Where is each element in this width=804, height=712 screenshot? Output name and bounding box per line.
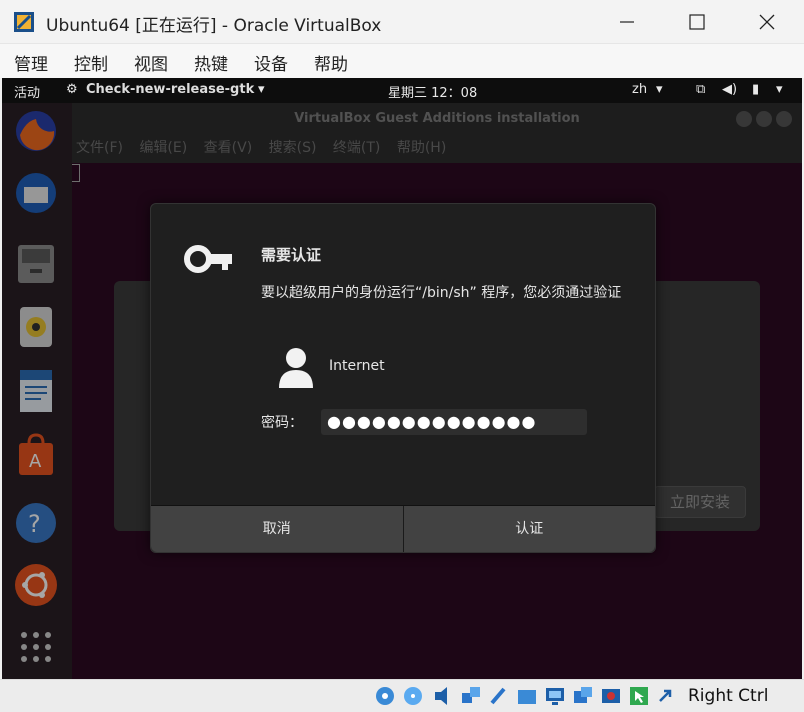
input-language[interactable]: zh	[632, 82, 647, 97]
dialog-message: 要以超级用户的身份运行“/bin/sh” 程序，您必须通过验证	[261, 285, 622, 301]
volume-icon[interactable]: ◀)	[722, 82, 737, 97]
clock[interactable]: 星期三 12：08	[388, 82, 477, 101]
mouse-integration-icon[interactable]	[628, 685, 650, 707]
battery-icon[interactable]: ▮	[752, 82, 759, 97]
menu-control[interactable]: 控制	[74, 50, 108, 75]
dialog-footer: 取消 认证	[151, 505, 655, 552]
window-title: Ubuntu64 [正在运行] - Oracle VirtualBox	[46, 16, 382, 36]
password-input[interactable]: ●●●●●●●●●●●●●●	[321, 409, 587, 435]
dialog-title: 需要认证	[261, 246, 322, 264]
password-label: 密码：	[261, 415, 303, 431]
authenticate-button[interactable]: 认证	[403, 506, 655, 552]
activities-button[interactable]: 活动	[14, 82, 40, 101]
menu-view[interactable]: 视图	[134, 50, 168, 75]
recording-icon[interactable]	[600, 685, 622, 707]
user-name: Internet	[329, 358, 385, 374]
shared-folders-icon[interactable]	[516, 685, 538, 707]
system-menu-chevron-icon[interactable]: ▾	[776, 82, 783, 97]
app-menu[interactable]: Check-new-release-gtk	[86, 82, 254, 97]
language-chevron-icon: ▾	[656, 82, 663, 97]
video-capture-icon[interactable]	[572, 685, 594, 707]
host-status-bar: Right Ctrl	[0, 679, 804, 712]
menu-help[interactable]: 帮助	[314, 50, 348, 75]
network-icon[interactable]: ⧉	[696, 82, 705, 97]
close-button[interactable]	[738, 0, 796, 44]
minimize-button[interactable]	[598, 0, 656, 44]
host-menu-bar: 管理 控制 视图 热键 设备 帮助	[0, 44, 804, 78]
host-key-label: Right Ctrl	[688, 686, 769, 706]
vm-display[interactable]: 活动 ⚙ Check-new-release-gtk ▾ 星期三 12：08 z…	[2, 78, 802, 679]
cancel-button[interactable]: 取消	[151, 506, 404, 552]
host-title-bar: Ubuntu64 [正在运行] - Oracle VirtualBox	[0, 0, 804, 44]
network-adapter-icon[interactable]	[460, 685, 482, 707]
menu-manage[interactable]: 管理	[14, 50, 48, 75]
maximize-button[interactable]	[668, 0, 726, 44]
usb-icon[interactable]	[488, 685, 510, 707]
hard-disk-icon[interactable]	[374, 685, 396, 707]
audio-icon[interactable]	[432, 685, 454, 707]
gnome-top-bar: 活动 ⚙ Check-new-release-gtk ▾ 星期三 12：08 z…	[2, 78, 802, 103]
app-menu-chevron-icon: ▾	[258, 82, 265, 97]
menu-devices[interactable]: 设备	[254, 50, 288, 75]
authentication-dialog: 需要认证 要以超级用户的身份运行“/bin/sh” 程序，您必须通过验证 Int…	[150, 203, 656, 553]
key-icon	[184, 244, 234, 278]
host-key-arrow-icon[interactable]	[656, 685, 678, 707]
menu-hotkeys[interactable]: 热键	[194, 50, 228, 75]
user-avatar-icon	[277, 346, 315, 392]
display-icon[interactable]	[544, 685, 566, 707]
optical-drive-icon[interactable]	[402, 685, 424, 707]
app-menu-icon: ⚙	[66, 82, 78, 97]
virtualbox-icon	[12, 10, 36, 34]
